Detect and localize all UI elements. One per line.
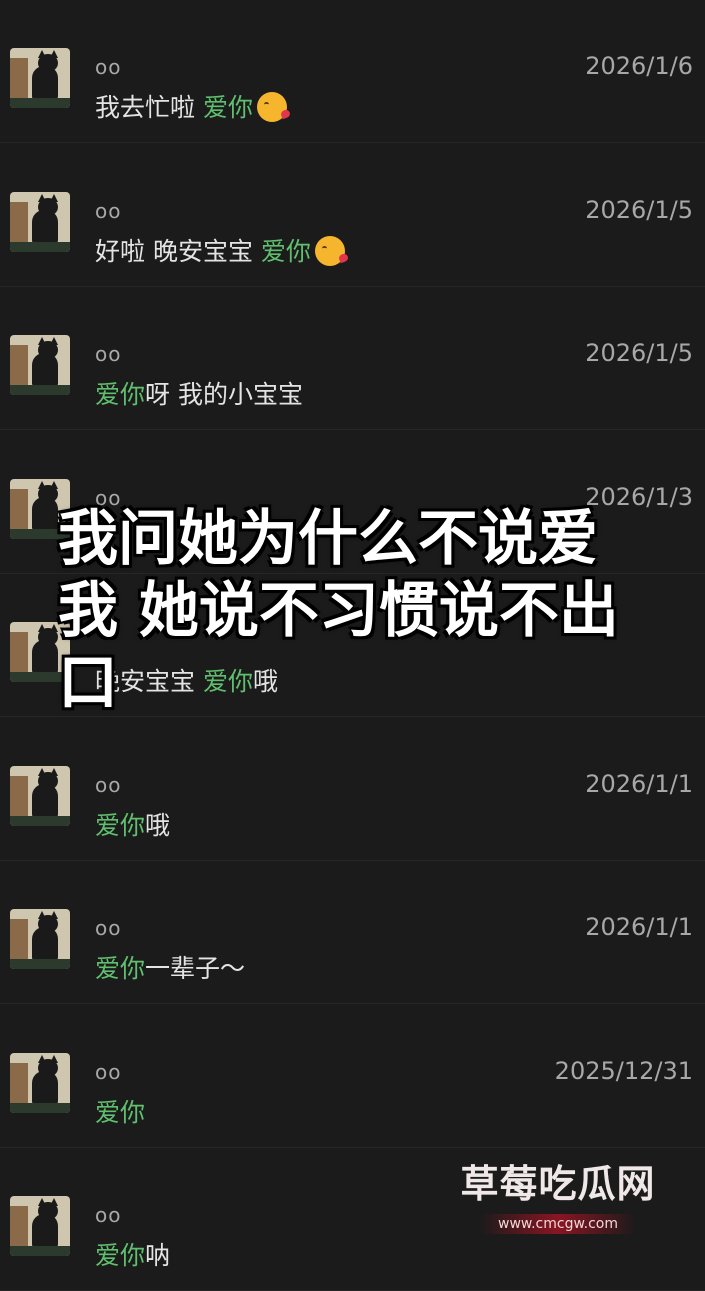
message-text: 好啦 晚安宝宝 bbox=[95, 236, 261, 266]
highlight-text: 爱你 bbox=[95, 380, 146, 409]
avatar[interactable] bbox=[10, 1196, 70, 1256]
avatar[interactable] bbox=[10, 909, 70, 969]
message-preview: 爱你 bbox=[95, 1093, 145, 1129]
message-preview: 好啦 晚安宝宝 爱你 bbox=[95, 232, 345, 268]
highlight-text: 爱你 bbox=[95, 954, 146, 983]
highlight-text: 爱你 bbox=[260, 236, 311, 266]
highlight-text: 爱你 bbox=[95, 1241, 146, 1270]
message-text: 我去忙啦 bbox=[95, 93, 203, 122]
message-text: 哦 bbox=[145, 810, 171, 840]
message-row[interactable]: oo 2026/1/5 好啦 晚安宝宝 爱你 bbox=[0, 144, 705, 287]
caption-line-2: 我 她说不习惯说不出 bbox=[58, 576, 619, 646]
avatar[interactable] bbox=[10, 48, 70, 108]
message-row[interactable]: oo 2026/1/5 爱你呀 我的小宝宝 bbox=[0, 287, 705, 430]
message-date: 2026/1/1 bbox=[585, 913, 693, 941]
watermark-url: www.cmcgw.com bbox=[480, 1214, 636, 1234]
contact-name: oo bbox=[95, 342, 122, 366]
avatar[interactable] bbox=[10, 1052, 70, 1113]
message-preview: 我去忙啦 爱你 bbox=[95, 88, 287, 124]
message-text: 呀 我的小宝宝 bbox=[145, 380, 303, 409]
kissing-heart-emoji-icon bbox=[256, 92, 287, 122]
watermark: 草莓吃瓜网 www.cmcgw.com bbox=[448, 1153, 668, 1234]
kissing-heart-emoji-icon bbox=[314, 235, 345, 266]
contact-name: oo bbox=[95, 1203, 122, 1227]
message-row[interactable]: oo 2026/1/1 爱你哦 bbox=[0, 718, 705, 861]
avatar[interactable] bbox=[10, 765, 70, 826]
highlight-text: 爱你 bbox=[95, 810, 146, 840]
contact-name: oo bbox=[95, 772, 122, 797]
message-preview: 爱你呐 bbox=[95, 1236, 170, 1272]
message-row[interactable]: oo 2026/1/6 我去忙啦 爱你 bbox=[0, 0, 705, 143]
message-row[interactable]: oo 2026/1/1 爱你一辈子～ bbox=[0, 861, 705, 1004]
highlight-text: 爱你 bbox=[95, 1097, 146, 1127]
message-date: 2026/1/1 bbox=[585, 769, 693, 798]
message-date: 2026/1/5 bbox=[585, 339, 693, 367]
message-preview: 爱你一辈子～ bbox=[95, 949, 245, 985]
message-date: 2025/12/31 bbox=[554, 1056, 693, 1085]
message-text: 呐 bbox=[145, 1241, 171, 1270]
contact-name: oo bbox=[95, 916, 122, 940]
message-text: 一辈子～ bbox=[145, 954, 246, 983]
message-preview: 爱你哦 bbox=[95, 806, 170, 842]
caption-line-1: 我问她为什么不说爱 bbox=[58, 504, 598, 574]
avatar[interactable] bbox=[10, 335, 70, 395]
contact-name: oo bbox=[95, 198, 122, 223]
watermark-title: 草莓吃瓜网 bbox=[460, 1162, 656, 1206]
contact-name: oo bbox=[95, 55, 122, 79]
caption-line-3: 口 bbox=[58, 648, 118, 718]
avatar[interactable] bbox=[10, 191, 70, 252]
highlight-text: 爱你 bbox=[202, 93, 253, 122]
message-date: 2026/1/6 bbox=[585, 52, 693, 80]
message-date: 2026/1/5 bbox=[585, 195, 693, 224]
message-row[interactable]: oo 2025/12/31 爱你 bbox=[0, 1005, 705, 1148]
contact-name: oo bbox=[95, 1059, 122, 1084]
message-preview: 爱你呀 我的小宝宝 bbox=[95, 375, 303, 411]
caption-overlay: 我问她为什么不说爱 我 她说不习惯说不出 口 bbox=[58, 503, 658, 719]
